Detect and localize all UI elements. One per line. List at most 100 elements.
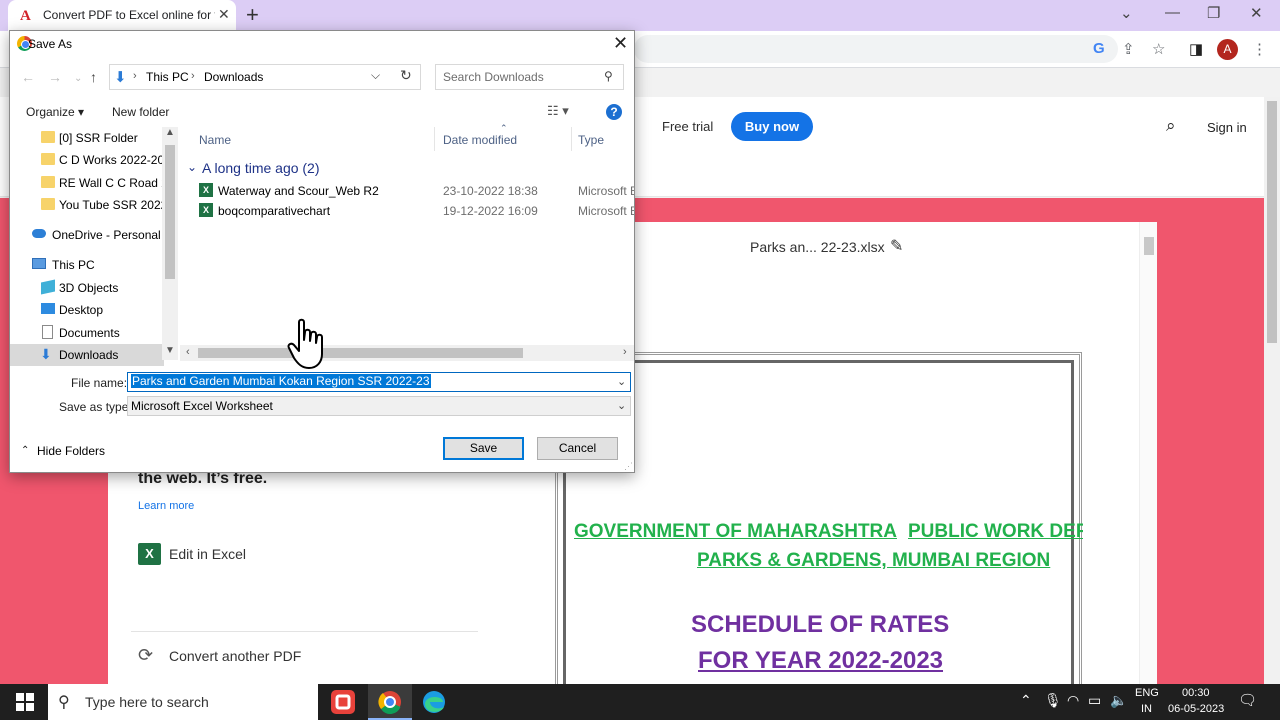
nav-item-ssr-folder[interactable]: [0] SSR Folder xyxy=(10,127,164,149)
close-tab-icon[interactable]: ✕ xyxy=(218,6,230,23)
column-separator[interactable] xyxy=(571,127,572,151)
column-header-type[interactable]: Type xyxy=(578,133,604,147)
hide-folders-button[interactable]: Hide Folders xyxy=(37,444,105,458)
nav-item-re-wall[interactable]: RE Wall C C Road 2022 xyxy=(10,172,164,194)
nav-item-downloads[interactable]: ⬇ Downloads xyxy=(10,344,164,366)
share-icon[interactable]: ⇪ xyxy=(1122,40,1135,58)
chevron-right-icon[interactable]: › xyxy=(191,70,195,82)
hand-cursor-icon xyxy=(287,318,323,369)
chevron-right-icon[interactable]: › xyxy=(133,70,137,82)
up-arrow-icon[interactable]: ↑ xyxy=(90,69,97,85)
buy-now-button[interactable]: Buy now xyxy=(731,112,813,141)
table-row[interactable]: X Waterway and Scour_Web R2 23-10-2022 1… xyxy=(180,181,634,201)
clock-time[interactable]: 00:30 xyxy=(1182,687,1210,699)
back-arrow-icon[interactable]: ← xyxy=(21,69,35,85)
file-name-value[interactable]: Parks and Garden Mumbai Kokan Region SSR… xyxy=(131,374,431,388)
table-row[interactable]: X boqcomparativechart 19-12-2022 16:09 M… xyxy=(180,201,634,221)
cancel-button[interactable]: Cancel xyxy=(537,437,618,460)
sheet-line-government: GOVERNMENT OF MAHARASHTRA xyxy=(574,521,897,542)
preview-file-name: Parks an... 22-23.xlsx xyxy=(750,239,885,255)
convert-another-button[interactable]: Convert another PDF xyxy=(169,648,301,664)
column-header-date[interactable]: Date modified xyxy=(443,133,517,147)
folder-icon xyxy=(41,198,55,210)
chevron-down-icon[interactable]: ⌄ xyxy=(187,160,197,174)
speaker-icon[interactable]: 🔈 xyxy=(1110,692,1127,709)
windows-start-icon[interactable] xyxy=(16,693,34,711)
google-lens-icon[interactable]: G xyxy=(1093,40,1105,57)
microphone-icon[interactable]: 🎙 xyxy=(1044,692,1062,709)
nav-item-this-pc[interactable]: This PC xyxy=(10,254,164,276)
chevron-up-icon[interactable]: ⌃ xyxy=(1020,692,1032,709)
restore-icon[interactable]: ❐ xyxy=(1207,4,1220,22)
help-icon[interactable]: ? xyxy=(606,104,622,120)
file-name-label: File name: xyxy=(71,376,128,390)
pencil-icon[interactable]: ✎ xyxy=(890,236,903,256)
search-icon: ⚲ xyxy=(58,694,70,711)
free-trial-link[interactable]: Free trial xyxy=(662,119,713,134)
browser-tab[interactable]: A Convert PDF to Excel online for free ✕ xyxy=(8,0,236,31)
sign-in-link[interactable]: Sign in xyxy=(1207,120,1247,135)
dialog-close-icon[interactable]: ✕ xyxy=(613,33,628,54)
navigation-scrollbar[interactable]: ▲ ▼ xyxy=(162,127,178,360)
profile-avatar[interactable]: A xyxy=(1217,39,1238,60)
edit-in-excel-button[interactable]: Edit in Excel xyxy=(169,546,246,562)
column-separator[interactable] xyxy=(434,127,435,151)
scrollbar-thumb[interactable] xyxy=(198,348,523,358)
breadcrumb-downloads[interactable]: Downloads xyxy=(204,70,263,84)
scrollbar-thumb[interactable] xyxy=(165,145,175,279)
nav-item-3d-objects[interactable]: 3D Objects xyxy=(10,277,164,299)
nav-item-cd-works[interactable]: C D Works 2022-2023 xyxy=(10,149,164,171)
menu-kebab-icon[interactable]: ⋮ xyxy=(1252,40,1267,58)
forward-arrow-icon[interactable]: → xyxy=(48,69,62,85)
adobe-favicon-icon: A xyxy=(20,8,31,24)
group-header[interactable]: A long time ago (2) xyxy=(202,160,320,176)
nav-item-documents[interactable]: Documents xyxy=(10,322,164,344)
change-view-icon[interactable]: ☷ ▾ xyxy=(547,103,569,119)
nav-item-youtube-ssr[interactable]: You Tube SSR 2022-2 xyxy=(10,194,164,216)
chevron-up-icon[interactable]: ▲ xyxy=(165,127,175,138)
chevron-down-icon[interactable]: ⌵ xyxy=(371,68,380,83)
nav-item-label: Downloads xyxy=(59,348,119,362)
nav-item-label: This PC xyxy=(52,258,95,272)
chrome-app-icon[interactable] xyxy=(369,687,411,717)
nav-item-label: 3D Objects xyxy=(59,281,119,295)
notification-icon[interactable]: 🗨 xyxy=(1238,691,1257,709)
camtasia-app-icon[interactable] xyxy=(322,687,364,717)
save-button[interactable]: Save xyxy=(443,437,524,460)
clock-date[interactable]: 06-05-2023 xyxy=(1168,703,1224,715)
window-close-icon[interactable]: ✕ xyxy=(1250,4,1263,22)
organize-menu[interactable]: Organize ▾ xyxy=(26,105,84,119)
minimize-icon[interactable]: — xyxy=(1165,4,1180,21)
omnibox[interactable] xyxy=(634,35,1118,63)
tab-search-icon[interactable]: ⌄ xyxy=(1120,4,1133,22)
new-folder-button[interactable]: New folder xyxy=(112,105,169,119)
resize-grip-icon[interactable]: ⋰ xyxy=(624,461,633,472)
chevron-up-icon[interactable]: ⌃ xyxy=(21,445,29,456)
nav-item-desktop[interactable]: Desktop xyxy=(10,299,164,321)
column-header-name[interactable]: Name xyxy=(199,133,231,147)
breadcrumb-this-pc[interactable]: This PC xyxy=(146,70,189,84)
chevron-down-icon[interactable]: ▼ xyxy=(165,345,175,356)
bookmark-star-icon[interactable]: ☆ xyxy=(1152,40,1165,58)
folder-icon xyxy=(41,176,55,188)
search-icon[interactable]: ⌕ xyxy=(1166,116,1176,136)
chevron-left-icon[interactable]: ‹ xyxy=(186,346,190,358)
language-indicator[interactable]: ENG xyxy=(1135,687,1159,699)
new-tab-icon[interactable]: + xyxy=(246,2,259,28)
horizontal-scrollbar[interactable]: ‹ › xyxy=(180,345,634,361)
wifi-icon[interactable]: ◠ xyxy=(1067,692,1079,709)
preview-scrollbar[interactable] xyxy=(1139,222,1157,684)
nav-item-onedrive[interactable]: OneDrive - Personal xyxy=(10,224,164,246)
page-scrollbar[interactable] xyxy=(1264,97,1280,684)
chevron-right-icon[interactable]: › xyxy=(623,346,627,358)
nav-item-label: RE Wall C C Road 2022 xyxy=(59,176,164,190)
refresh-icon[interactable]: ↻ xyxy=(400,67,412,84)
recent-locations-icon[interactable]: ⌄ xyxy=(74,73,82,84)
language-region[interactable]: IN xyxy=(1141,703,1152,715)
chevron-down-icon[interactable]: ⌄ xyxy=(617,399,626,412)
edge-app-icon[interactable] xyxy=(413,687,455,717)
battery-icon[interactable]: ▭ xyxy=(1088,692,1101,709)
learn-more-link[interactable]: Learn more xyxy=(138,500,194,512)
chevron-down-icon[interactable]: ⌄ xyxy=(617,375,626,388)
side-panel-icon[interactable]: ◨ xyxy=(1189,40,1203,58)
